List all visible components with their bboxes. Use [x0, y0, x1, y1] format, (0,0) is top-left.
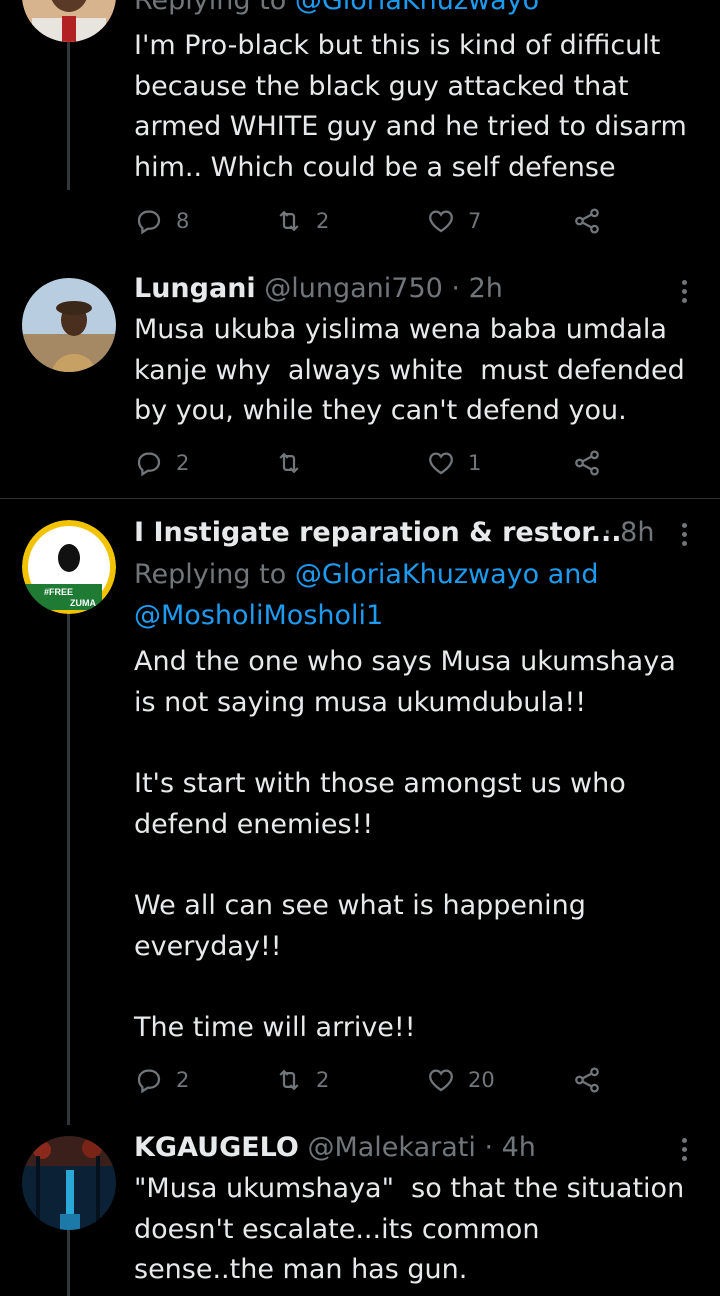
handle[interactable]: @lungani750	[264, 273, 443, 304]
timestamp[interactable]: · 2h	[451, 273, 502, 304]
like-icon	[429, 1069, 453, 1092]
reply-count: 2	[176, 451, 190, 475]
retweet-button[interactable]: 2	[274, 206, 329, 236]
avatar-badge: #FREE	[44, 587, 73, 597]
reply-button[interactable]: 2	[134, 448, 189, 478]
display-name[interactable]: I Instigate reparation & restor...	[134, 517, 622, 548]
handle[interactable]: @Malekarati	[307, 1132, 475, 1163]
reply-icon	[137, 452, 161, 477]
like-button[interactable]: 1	[426, 448, 481, 478]
tweet-header: I Instigate reparation & restor...	[134, 516, 622, 550]
tweet-header: Lungani @lungani750 · 2h	[134, 272, 503, 306]
retweet-icon	[279, 452, 299, 474]
tweet-actions: 2 2 20	[134, 1065, 614, 1095]
avatar[interactable]	[22, 0, 116, 42]
timestamp[interactable]: · 8h	[603, 516, 654, 550]
like-count: 1	[468, 451, 482, 475]
like-count: 7	[468, 209, 482, 233]
tweet-actions: 8 2 7	[134, 206, 614, 236]
display-name[interactable]: KGAUGELO	[134, 1132, 299, 1163]
thread-line	[67, 1230, 70, 1296]
reply-button[interactable]: 8	[134, 206, 189, 236]
thread-line	[67, 40, 70, 190]
mention-link[interactable]: @GloriaKhuzwayo and	[295, 559, 599, 590]
retweet-icon	[279, 210, 299, 232]
more-icon[interactable]	[676, 280, 692, 307]
retweet-button[interactable]: 2	[274, 1065, 329, 1095]
divider	[0, 498, 720, 499]
replying-to: Replying to @GloriaKhuzwayo and	[134, 559, 599, 590]
more-icon[interactable]	[676, 523, 692, 550]
reply-count: 2	[176, 1068, 190, 1092]
avatar[interactable]	[22, 1136, 116, 1230]
replying-to: Replying to @GloriaKhuzwayo	[134, 0, 539, 18]
reply-icon	[137, 210, 161, 235]
more-icon[interactable]	[676, 1138, 692, 1165]
retweet-count: 2	[316, 209, 330, 233]
tweet-text: "Musa ukumshaya" so that the situation d…	[134, 1173, 685, 1286]
timestamp[interactable]: · 4h	[484, 1132, 535, 1163]
share-icon	[575, 1067, 599, 1093]
retweet-icon	[279, 1069, 299, 1091]
retweet-button[interactable]	[274, 448, 316, 478]
avatar-badge: ZUMA	[70, 598, 96, 608]
like-count: 20	[468, 1068, 495, 1092]
tweet-text: Musa ukuba yislima wena baba umdala kanj…	[134, 314, 685, 427]
tweet-actions: 2 1	[134, 448, 614, 478]
like-button[interactable]: 20	[426, 1065, 495, 1095]
avatar[interactable]: #FREE ZUMA	[22, 520, 116, 614]
tweet-text: I'm Pro-black but this is kind of diffic…	[134, 30, 687, 184]
like-icon	[429, 210, 453, 233]
retweet-count: 2	[316, 1068, 330, 1092]
share-button[interactable]	[572, 1065, 602, 1095]
like-button[interactable]: 7	[426, 206, 481, 236]
reply-count: 8	[176, 209, 190, 233]
share-button[interactable]	[572, 448, 602, 478]
mention-link[interactable]: @MosholiMosholi1	[134, 599, 383, 633]
reply-button[interactable]: 2	[134, 1065, 189, 1095]
tweet-header: KGAUGELO @Malekarati · 4h	[134, 1131, 536, 1165]
display-name[interactable]: Lungani	[134, 273, 256, 304]
share-button[interactable]	[572, 206, 602, 236]
reply-icon	[137, 1069, 161, 1094]
share-icon	[575, 450, 599, 476]
thread-line	[67, 610, 70, 1125]
share-icon	[575, 208, 599, 234]
like-icon	[429, 452, 453, 475]
avatar[interactable]	[22, 278, 116, 372]
tweet-text: And the one who says Musa ukumshaya is n…	[134, 646, 676, 1044]
mention-link[interactable]: @GloriaKhuzwayo	[295, 0, 539, 16]
